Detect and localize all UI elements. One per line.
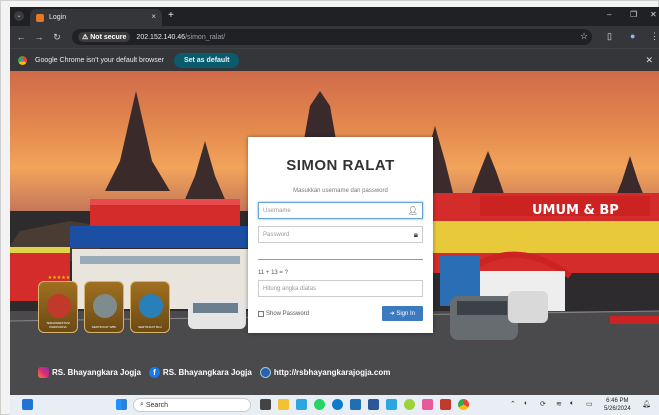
not-secure-chip[interactable]: ⚠ Not secure — [78, 32, 131, 42]
url-host: 202.152.140.46 — [136, 33, 186, 41]
infobar-close-icon[interactable]: ✕ — [645, 55, 653, 66]
building-sign-text: UMUM & BP — [532, 203, 619, 218]
not-secure-label: Not secure — [90, 34, 127, 41]
infobar-message: Google Chrome isn't your default browser — [35, 56, 164, 64]
badge-paripurna: ★★★★★ TERAKREDITASI PARIPURNA — [38, 275, 78, 333]
facebook-icon: f — [148, 367, 160, 378]
sign-in-button[interactable]: ➜ Sign In — [381, 306, 423, 321]
browser-toolbar: ← → ↻ ⚠ Not secure 202.152.140.46/simon_… — [10, 26, 659, 48]
lock-icon: 🔒︎ — [413, 230, 418, 239]
set-default-button[interactable]: Set as default — [173, 52, 240, 68]
badge-caption: SERTIFIKAT WBK — [91, 325, 117, 329]
file-explorer-icon[interactable] — [278, 399, 289, 410]
login-page: UMUM & BP SIMON RALAT Masukkan username … — [10, 71, 659, 395]
tab-close-icon[interactable]: × — [151, 12, 156, 21]
user-icon: 👤︎ — [407, 206, 418, 215]
clock-time: 6:46 PM — [606, 398, 629, 404]
tab-search-icon[interactable]: ⌄ — [14, 11, 24, 21]
side-panel-icon[interactable]: ▯ — [607, 31, 612, 42]
captcha-answer-field[interactable]: Hitung angka diatas — [258, 280, 423, 297]
badge-blu: SERTIFIKAT BLU — [130, 281, 170, 333]
password-field[interactable]: Password 🔒︎ — [258, 226, 423, 243]
taskbar-search-label: Search — [145, 401, 169, 409]
close-window-icon[interactable]: ✕ — [650, 10, 657, 19]
sign-in-label: Sign In — [396, 311, 415, 317]
back-icon[interactable]: ← — [14, 32, 28, 42]
username-field[interactable]: Username 👤︎ — [258, 202, 423, 219]
paripurna-seal-icon — [47, 294, 71, 318]
taskbar-search[interactable]: ⌕ Search — [133, 398, 251, 412]
browser-window: ⌄ Login × + – ❐ ✕ ← → ↻ ⚠ Not secure 202… — [10, 7, 659, 395]
tray-sync-icon[interactable]: ⟳ — [540, 400, 546, 408]
notification-icon[interactable]: 🔔︎ — [642, 400, 651, 408]
chrome-taskbar-icon[interactable] — [458, 399, 469, 410]
login-card: SIMON RALAT Masukkan username dan passwo… — [248, 137, 433, 333]
profile-avatar-icon[interactable]: ● — [630, 31, 635, 41]
badge-wbk: SERTIFIKAT WBK — [84, 281, 124, 333]
whatsapp-icon[interactable] — [314, 399, 325, 410]
default-browser-infobar: Google Chrome isn't your default browser… — [10, 48, 659, 71]
facebook-handle[interactable]: RS. Bhayangkara Jogja — [163, 368, 252, 377]
form-actions: Show Password ➜ Sign In — [258, 306, 423, 321]
app-icon-pink[interactable] — [422, 399, 433, 410]
tab-bar: ⌄ Login × + – ❐ ✕ — [10, 7, 659, 26]
badge-caption: TERAKREDITASI PARIPURNA — [46, 321, 70, 329]
widgets-icon[interactable] — [22, 399, 33, 410]
mail-icon[interactable] — [386, 399, 397, 410]
username-placeholder: Username — [263, 207, 291, 214]
instagram-icon — [38, 367, 49, 378]
social-footer: RS. Bhayangkara Jogja f RS. Bhayangkara … — [38, 367, 390, 378]
url-path: /simon_ralat/ — [185, 33, 226, 41]
word-icon[interactable] — [368, 399, 379, 410]
address-bar[interactable]: ⚠ Not secure 202.152.140.46/simon_ralat/ — [72, 29, 592, 45]
captcha-question: 11 + 13 = ? — [258, 270, 288, 276]
show-password-toggle[interactable]: Show Password — [258, 310, 310, 317]
site-favicon-icon — [36, 13, 44, 22]
reload-icon[interactable]: ↻ — [50, 32, 64, 43]
restore-icon[interactable]: ❐ — [630, 10, 637, 19]
task-view-icon[interactable] — [260, 399, 271, 410]
edge-icon[interactable] — [332, 399, 343, 410]
windows-taskbar: ⌕ Search ⌃ ◐ ⟳ ≋ 🔈︎ ▭ 6:46 PM 5/26/2024 … — [10, 395, 659, 415]
website-link[interactable]: http://rsbhayangkarajogja.com — [274, 368, 390, 377]
tray-overflow-icon[interactable]: ⌃ — [510, 400, 516, 408]
volume-icon[interactable]: 🔈︎ — [570, 400, 574, 408]
wifi-icon[interactable]: ≋ — [556, 400, 562, 408]
badge-stars: ★★★★★ — [47, 275, 71, 281]
tab-title: Login — [49, 14, 67, 21]
badge-caption: SERTIFIKAT BLU — [138, 325, 162, 329]
accreditation-badges: ★★★★★ TERAKREDITASI PARIPURNA SERTIFIKAT… — [38, 275, 170, 333]
minimize-icon[interactable]: – — [607, 10, 611, 19]
bookmark-star-icon[interactable]: ☆ — [580, 31, 588, 42]
wbk-seal-icon — [93, 294, 117, 318]
instagram-handle[interactable]: RS. Bhayangkara Jogja — [52, 368, 141, 377]
login-subtitle: Masukkan username dan password — [293, 188, 388, 194]
app-icon-red[interactable] — [440, 399, 451, 410]
show-password-checkbox[interactable] — [258, 310, 264, 317]
form-divider — [258, 259, 423, 260]
globe-icon — [259, 367, 271, 378]
app-icon-green[interactable] — [404, 399, 415, 410]
tab-login[interactable]: Login × — [30, 9, 162, 26]
new-tab-button[interactable]: + — [168, 10, 174, 21]
taskbar-clock[interactable]: 6:46 PM 5/26/2024 — [604, 397, 631, 413]
app-title: SIMON RALAT — [286, 157, 395, 174]
clock-date: 5/26/2024 — [604, 406, 631, 412]
captcha-placeholder: Hitung angka diatas — [263, 285, 317, 292]
start-icon[interactable] — [116, 399, 127, 410]
store-icon[interactable] — [350, 399, 361, 410]
tray-app-icon[interactable]: ◐ — [524, 400, 528, 407]
chrome-logo-icon — [18, 55, 27, 65]
app-icon[interactable] — [296, 399, 307, 410]
menu-kebab-icon[interactable]: ⋮ — [650, 31, 659, 42]
battery-icon[interactable]: ▭ — [586, 400, 593, 408]
show-password-label: Show Password — [266, 310, 310, 317]
forward-icon[interactable]: → — [32, 32, 46, 42]
password-placeholder: Password — [263, 231, 290, 238]
blu-seal-icon — [139, 294, 163, 318]
